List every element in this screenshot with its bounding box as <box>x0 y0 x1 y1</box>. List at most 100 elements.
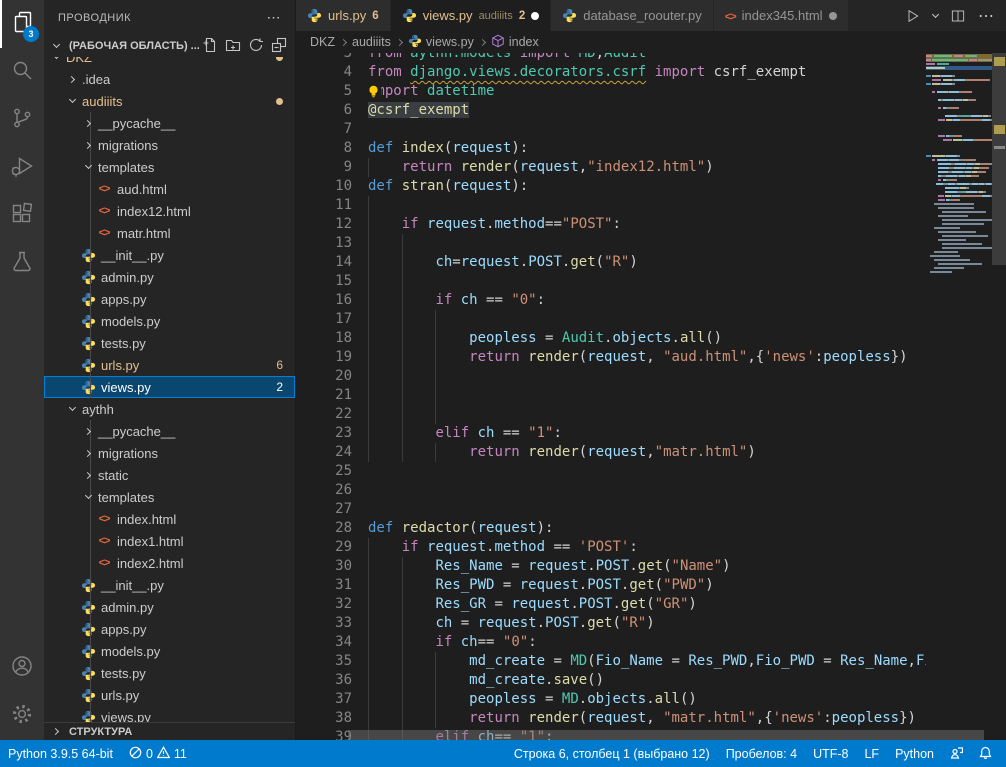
tree-item-admin.py[interactable]: admin.py <box>44 266 295 288</box>
dirty-indicator[interactable] <box>531 12 539 20</box>
status-python-interpreter[interactable]: Python 3.9.5 64-bit <box>0 740 121 767</box>
code-line-10[interactable]: 10def stran(request): <box>296 177 926 196</box>
vertical-scrollbar[interactable] <box>992 53 1006 265</box>
status-problems[interactable]: 011 <box>121 740 195 767</box>
tree-item-apps.py[interactable]: apps.py <box>44 288 295 310</box>
refresh-icon[interactable] <box>248 37 264 56</box>
tree-item-audiiits[interactable]: audiiits <box>44 90 295 112</box>
tree-item-models.py[interactable]: models.py <box>44 310 295 332</box>
tree-item-admin.py[interactable]: admin.py <box>44 596 295 618</box>
minimap[interactable] <box>926 53 992 740</box>
code-line-6[interactable]: 6@csrf_exempt <box>296 101 926 120</box>
code-line-8[interactable]: 8def index(request): <box>296 139 926 158</box>
tree-item-urls.py[interactable]: urls.py <box>44 684 295 706</box>
code-line-37[interactable]: 37 peopless = MD.objects.all() <box>296 690 926 709</box>
tree-item-views.py[interactable]: views.py2 <box>44 376 295 398</box>
tree-item-static[interactable]: static <box>44 464 295 486</box>
code-line-34[interactable]: 34 if ch== "0": <box>296 633 926 652</box>
code-line-16[interactable]: 16 if ch == "0": <box>296 291 926 310</box>
code-line-7[interactable]: 7 <box>296 120 926 139</box>
status-encoding[interactable]: UTF-8 <box>805 740 856 767</box>
code-lines[interactable]: 3from aythh.models import MD,Audit4from … <box>296 53 926 740</box>
tree-item-aythh[interactable]: aythh <box>44 398 295 420</box>
activity-item-account[interactable] <box>0 644 44 692</box>
tree-item-templates[interactable]: templates <box>44 486 295 508</box>
tab-database_roouter.py[interactable]: database_roouter.py <box>551 0 714 31</box>
tree-item-tests.py[interactable]: tests.py <box>44 662 295 684</box>
code-line-29[interactable]: 29 if request.method == 'POST': <box>296 538 926 557</box>
code-line-14[interactable]: 14 ch=request.POST.get("R") <box>296 253 926 272</box>
code-line-4[interactable]: 4from django.views.decorators.csrf impor… <box>296 63 926 82</box>
run-button[interactable] <box>905 8 921 24</box>
status-language-mode[interactable]: Python <box>887 740 942 767</box>
tree-item-matr.html[interactable]: <>matr.html <box>44 222 295 244</box>
code-line-31[interactable]: 31 Res_PWD = request.POST.get("PWD") <box>296 576 926 595</box>
run-dropdown-button[interactable] <box>933 15 938 17</box>
breadcrumb-item-audiiits[interactable]: audiiits <box>352 35 391 49</box>
tab-index345.html[interactable]: <>index345.html <box>714 0 849 31</box>
lightbulb-icon[interactable] <box>366 84 381 99</box>
tree-item-index.html[interactable]: <>index.html <box>44 508 295 530</box>
code-line-27[interactable]: 27 <box>296 500 926 519</box>
code-line-30[interactable]: 30 Res_Name = request.POST.get("Name") <box>296 557 926 576</box>
tree-item-migrations[interactable]: migrations <box>44 134 295 156</box>
status-notifications[interactable] <box>971 740 1000 767</box>
code-line-11[interactable]: 11 <box>296 196 926 215</box>
code-line-28[interactable]: 28def redactor(request): <box>296 519 926 538</box>
code-line-12[interactable]: 12 if request.method=="POST": <box>296 215 926 234</box>
collapse-all-icon[interactable] <box>271 37 287 56</box>
tree-item-index2.html[interactable]: <>index2.html <box>44 552 295 574</box>
code-line-36[interactable]: 36 md_create.save() <box>296 671 926 690</box>
dirty-indicator[interactable] <box>829 12 837 20</box>
tree-item-__pycache__[interactable]: __pycache__ <box>44 112 295 134</box>
activity-item-extensions[interactable] <box>0 192 44 240</box>
tree-item-aud.html[interactable]: <>aud.html <box>44 178 295 200</box>
code-line-9[interactable]: 9 return render(request,"index12.html") <box>296 158 926 177</box>
code-line-35[interactable]: 35 md_create = MD(Fio_Name = Res_PWD,Fio… <box>296 652 926 671</box>
tree-item-__pycache__[interactable]: __pycache__ <box>44 420 295 442</box>
tree-item-templates[interactable]: templates <box>44 156 295 178</box>
code-line-24[interactable]: 24 return render(request,"matr.html") <box>296 443 926 462</box>
code-line-3[interactable]: 3from aythh.models import MD,Audit <box>296 53 926 63</box>
horizontal-scrollbar[interactable] <box>348 730 984 740</box>
status-feedback[interactable] <box>942 740 971 767</box>
code-line-26[interactable]: 26 <box>296 481 926 500</box>
tree-item-tests.py[interactable]: tests.py <box>44 332 295 354</box>
tab-views.py[interactable]: views.pyaudiiits2 <box>391 0 552 31</box>
breadcrumb-item-DKZ[interactable]: DKZ <box>310 35 335 49</box>
outline-section-header[interactable]: СТРУКТУРА <box>44 722 295 740</box>
activity-item-testing[interactable] <box>0 240 44 288</box>
tree-item-views.py[interactable]: views.py <box>44 706 295 722</box>
tree-item-apps.py[interactable]: apps.py <box>44 618 295 640</box>
sidebar-more-icon[interactable]: ⋯ <box>267 9 282 26</box>
tree-item-.idea[interactable]: .idea <box>44 68 295 90</box>
tree-item-urls.py[interactable]: urls.py6 <box>44 354 295 376</box>
activity-item-run-debug[interactable] <box>0 144 44 192</box>
code-line-13[interactable]: 13 <box>296 234 926 253</box>
code-line-21[interactable]: 21 <box>296 386 926 405</box>
tree-item-__init__.py[interactable]: __init__.py <box>44 574 295 596</box>
workspace-section-header[interactable]: (РАБОЧАЯ ОБЛАСТЬ) ... <box>44 35 295 57</box>
new-folder-icon[interactable] <box>225 37 241 56</box>
code-viewport[interactable]: 3from aythh.models import MD,Audit4from … <box>296 53 1006 740</box>
split-editor-button[interactable] <box>950 8 966 24</box>
tree-item-migrations[interactable]: migrations <box>44 442 295 464</box>
activity-item-search[interactable] <box>0 48 44 96</box>
breadcrumb-item-views.py[interactable]: views.py <box>408 34 474 51</box>
tree-item-__init__.py[interactable]: __init__.py <box>44 244 295 266</box>
tab-urls.py[interactable]: urls.py6 <box>296 0 391 31</box>
code-line-33[interactable]: 33 ch = request.POST.get("R") <box>296 614 926 633</box>
code-line-23[interactable]: 23 elif ch == "1": <box>296 424 926 443</box>
code-line-15[interactable]: 15 <box>296 272 926 291</box>
tree-item-index1.html[interactable]: <>index1.html <box>44 530 295 552</box>
code-line-20[interactable]: 20 <box>296 367 926 386</box>
code-line-22[interactable]: 22 <box>296 405 926 424</box>
tree-item-DKZ[interactable]: DKZ <box>44 57 295 68</box>
activity-item-source-control[interactable] <box>0 96 44 144</box>
breadcrumb-item-index[interactable]: index <box>491 34 539 51</box>
code-line-5[interactable]: 5import datetime <box>296 82 926 101</box>
code-line-25[interactable]: 25 <box>296 462 926 481</box>
new-file-icon[interactable] <box>202 37 218 56</box>
code-line-17[interactable]: 17 <box>296 310 926 329</box>
tree-item-models.py[interactable]: models.py <box>44 640 295 662</box>
